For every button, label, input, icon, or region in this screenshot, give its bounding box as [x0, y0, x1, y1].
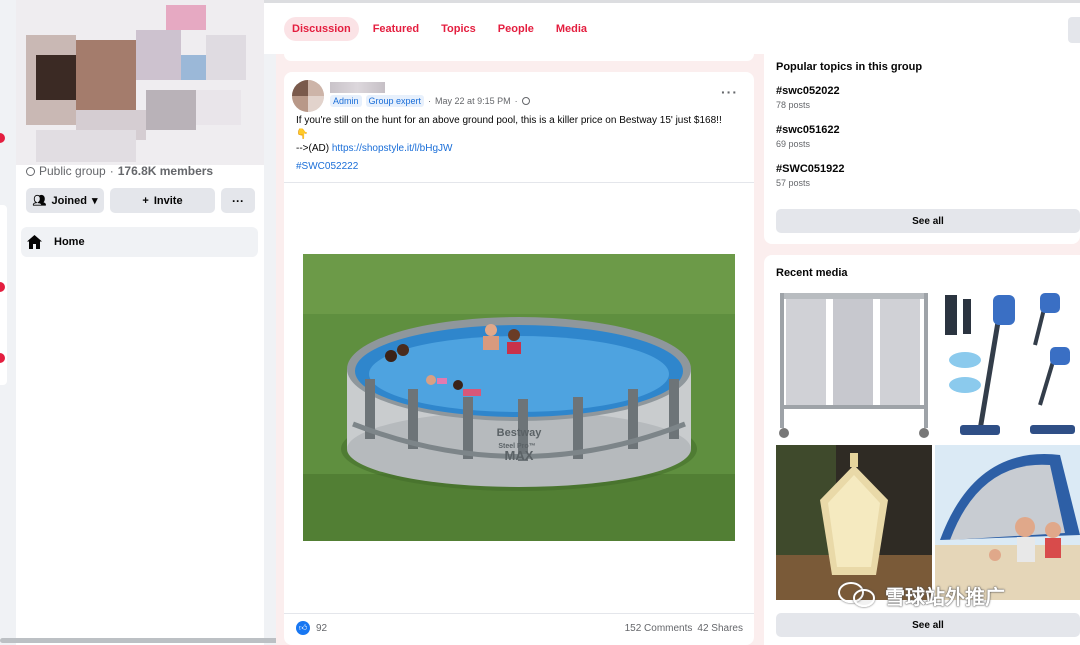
caret-down-icon: ▾	[91, 195, 98, 207]
topic-item[interactable]: #swc052022 78 posts	[776, 85, 840, 110]
sidebar-item-label: Home	[54, 236, 85, 248]
media-thumbnail-laundry-sorter[interactable]	[776, 285, 932, 442]
group-type: Public group	[39, 164, 106, 178]
invite-button[interactable]: + Invite	[110, 188, 215, 213]
pointing-down-emoji: 👇	[296, 129, 309, 140]
globe-icon	[521, 97, 530, 105]
like-count: 92	[316, 622, 328, 634]
plus-icon: +	[142, 194, 149, 207]
globe-icon	[26, 166, 35, 176]
home-icon	[27, 235, 42, 249]
joined-button[interactable]: 👥︎ Joined ▾	[26, 188, 104, 213]
separator: ·	[428, 96, 432, 106]
group-expert-badge: Group expert	[365, 95, 425, 107]
divider	[284, 613, 754, 614]
pool-product-image[interactable]: Bestway Steel Pro™ MAX	[303, 254, 735, 541]
topic-count: 69 posts	[776, 139, 811, 149]
pool-model-text: MAX	[505, 448, 534, 463]
topic-tag: #swc051622	[776, 124, 840, 136]
tab-people[interactable]: People	[490, 17, 542, 41]
post-link[interactable]: https://shopstyle.it/l/bHgJW	[332, 143, 453, 154]
group-privacy-members: Public group · 176.8K members	[26, 164, 213, 178]
group-sidebar: Public group · 176.8K members 👥︎ Joined …	[16, 0, 264, 645]
topic-item[interactable]: #swc051622 69 posts	[776, 124, 840, 149]
group-people-icon: 👥︎	[32, 195, 47, 207]
member-count: 176.8K members	[117, 164, 214, 178]
divider	[284, 182, 754, 183]
tab-topics[interactable]: Topics	[433, 17, 484, 41]
engagement-counts: 152 Comments 42 Shares	[625, 623, 743, 634]
tab-media[interactable]: Media	[548, 17, 595, 41]
see-all-topics-button[interactable]: See all	[776, 209, 1080, 233]
topbar-action-button[interactable]	[1068, 17, 1080, 43]
topic-count: 78 posts	[776, 100, 811, 110]
post-date[interactable]: May 22 at 9:15 PM	[435, 96, 511, 106]
topic-tag: #swc052022	[776, 85, 840, 97]
popular-topics-card: Popular topics in this group #swc052022 …	[764, 54, 1080, 244]
wechat-watermark: 雪球站外推广	[838, 580, 1005, 610]
topic-tag: #SWC051922	[776, 163, 845, 175]
card-title: Recent media	[776, 267, 848, 279]
group-actions: 👥︎ Joined ▾ + Invite ···	[26, 188, 255, 213]
separator: ·	[514, 96, 518, 106]
watermark-text: 雪球站外推广	[885, 586, 1005, 609]
left-edge-strip	[0, 0, 16, 645]
joined-label: Joined	[51, 194, 87, 207]
group-cover-blurred	[16, 0, 264, 165]
media-thumbnail-vacuum[interactable]	[935, 285, 1080, 442]
sidebar-item-home[interactable]: Home	[21, 227, 258, 257]
group-tab-bar: Discussion Featured Topics People Media	[264, 0, 1080, 54]
author-name-blurred[interactable]	[330, 82, 385, 93]
ad-prefix: -->(AD)	[296, 143, 332, 154]
media-thumbnail-beach-tent[interactable]	[935, 445, 1080, 600]
admin-badge: Admin	[330, 95, 362, 107]
card-title: Popular topics in this group	[776, 61, 923, 73]
post-options-button[interactable]: ···	[721, 84, 738, 100]
wechat-icon	[838, 580, 880, 610]
separator: ·	[109, 164, 114, 178]
media-thumbnail-lantern[interactable]	[776, 445, 932, 600]
tab-featured[interactable]: Featured	[365, 17, 427, 41]
pool-brand-text: Bestway	[497, 427, 543, 439]
notification-dot	[0, 133, 5, 143]
comments-count[interactable]: 152 Comments	[625, 623, 693, 634]
post-hashtag[interactable]: #SWC052222	[296, 161, 358, 172]
tab-discussion[interactable]: Discussion	[284, 17, 359, 41]
author-avatar[interactable]	[292, 80, 324, 112]
see-all-media-button[interactable]: See all	[776, 613, 1080, 637]
more-options-button[interactable]: ···	[221, 188, 255, 213]
post-body: If you're still on the hunt for an above…	[296, 114, 746, 156]
post-text-line: If you're still on the hunt for an above…	[296, 115, 722, 126]
shares-count[interactable]: 42 Shares	[697, 623, 743, 634]
topic-count: 57 posts	[776, 178, 811, 188]
invite-label: Invite	[153, 194, 183, 207]
like-icon: 👍︎	[296, 621, 310, 635]
topic-item[interactable]: #SWC051922 57 posts	[776, 163, 845, 188]
post-meta: Admin Group expert · May 22 at 9:15 PM ·	[330, 95, 530, 107]
previous-post-card	[284, 54, 754, 61]
feed-post: Admin Group expert · May 22 at 9:15 PM ·…	[284, 72, 754, 645]
reaction-summary[interactable]: 👍︎ 92	[296, 621, 327, 635]
